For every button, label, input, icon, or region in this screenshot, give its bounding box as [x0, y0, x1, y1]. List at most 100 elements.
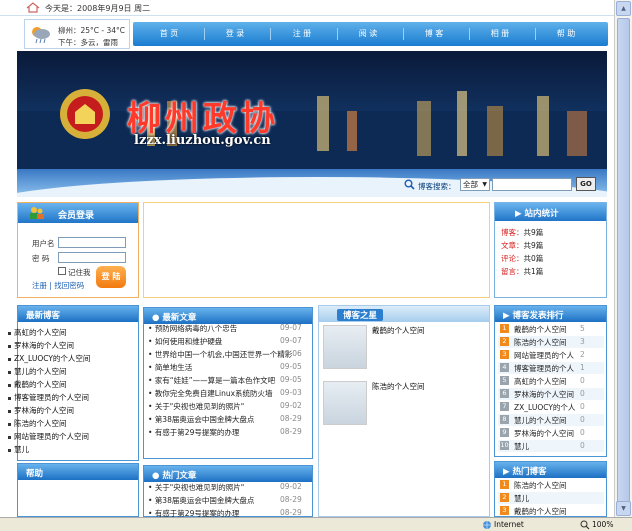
stat-row: 留言：共1篇 — [501, 267, 544, 276]
article-link[interactable]: • 第38届奥运会中国金牌大盘点 — [148, 495, 300, 506]
ranking-row[interactable]: 8 慧儿的个人空间 0 — [498, 414, 604, 426]
emblem-icon — [60, 89, 110, 139]
article-date: 08-29 — [280, 495, 302, 504]
stat-row: 文章：共9篇 — [501, 241, 544, 250]
blog-star-name[interactable]: 陈浩的个人空间 — [372, 381, 425, 392]
login-title: 会员登录 — [58, 211, 95, 221]
help-title: 帮助 — [26, 469, 44, 479]
weather-widget: 柳州：25°C - 34°C 下午：多云，雷雨 — [24, 19, 130, 49]
ranking-row[interactable]: 10 慧儿 0 — [498, 440, 604, 452]
newest-articles-title: ● 最新文章 — [152, 313, 197, 323]
top-bar: 今天是：2008年9月9日 周二 — [0, 0, 632, 16]
weather-desc: 下午：多云，雷雨 — [58, 38, 118, 47]
article-link[interactable]: • 家有“娃娃”——算是一篇本色作文吧 — [148, 375, 300, 386]
nav-blog[interactable]: 博 客 — [404, 28, 464, 39]
nav-album[interactable]: 相 册 — [470, 28, 530, 39]
article-link[interactable]: • 有感于第29号提案的办理 — [148, 427, 300, 438]
scroll-up-icon[interactable]: ▲ — [616, 1, 631, 16]
article-link[interactable]: • 第38届奥运会中国金牌大盘点 — [148, 414, 300, 425]
remember-checkbox[interactable] — [58, 267, 66, 275]
weather-temp: 柳州：25°C - 34°C — [58, 26, 126, 35]
article-date: 08-29 — [280, 508, 302, 517]
article-date: 09-02 — [280, 482, 302, 491]
password-field[interactable] — [58, 252, 126, 263]
ranking-row[interactable]: 9 罗林海的个人空间 0 — [498, 427, 604, 439]
article-link[interactable]: • 教你完全免费自建Linux系统防火墙 — [148, 388, 300, 399]
newest-blogs-title: 最新博客 — [26, 311, 61, 321]
nav-read[interactable]: 阅 读 — [338, 28, 398, 39]
list-item[interactable]: 陈浩的个人空间 — [8, 418, 67, 429]
forgot-password-link[interactable]: 找回密码 — [54, 281, 84, 290]
article-date: 09-05 — [280, 362, 302, 371]
list-item[interactable]: 罗林海的个人空间 — [8, 340, 74, 351]
nav-login[interactable]: 登 录 — [205, 28, 265, 39]
list-item[interactable]: 慧儿 — [8, 444, 29, 455]
search-scope-select[interactable]: 全部 ▼ — [460, 178, 490, 191]
username-label: 用户名 — [32, 239, 55, 248]
blog-star-name[interactable]: 戴鹤的个人空间 — [372, 325, 425, 336]
blog-stars-title: 博客之星 — [337, 309, 384, 321]
search-go-button[interactable]: GO — [576, 177, 596, 191]
article-date: 08-29 — [280, 414, 302, 423]
password-label: 密 码 — [32, 254, 50, 263]
article-date: 09-07 — [280, 336, 302, 345]
members-icon — [30, 207, 44, 219]
banner: 柳州政协 lzzx.liuzhou.gov.cn — [17, 51, 607, 197]
notice-panel — [143, 202, 490, 298]
article-date: 09-07 — [280, 323, 302, 332]
globe-icon — [483, 521, 491, 529]
login-panel: 会员登录 用户名 密 码 记住我 注册 | 找回密码 登 陆 — [17, 202, 139, 298]
article-date: 09-05 — [280, 375, 302, 384]
login-links: 注册 | 找回密码 — [32, 281, 85, 290]
house-icon — [26, 2, 40, 13]
scroll-down-icon[interactable]: ▼ — [616, 501, 631, 516]
stat-row: 博客：共9篇 — [501, 228, 544, 237]
article-link[interactable]: • 预防网络病毒的八个忠告 — [148, 323, 300, 334]
article-link[interactable]: • 关于"央视也难见到的照片" — [148, 401, 300, 412]
ranking-title: ▶ 博客发表排行 — [503, 311, 564, 321]
list-item[interactable]: 网站管理员的个人空间 — [8, 431, 89, 442]
list-item[interactable]: 慧儿的个人空间 — [8, 366, 67, 377]
list-item[interactable]: 博客管理员的个人空间 — [8, 392, 89, 403]
nav-register[interactable]: 注 册 — [272, 28, 332, 39]
list-item[interactable]: 戴鹤的个人空间 — [8, 379, 67, 390]
ranking-row[interactable]: 6 罗林海的个人空间 0 — [498, 388, 604, 400]
username-field[interactable] — [58, 237, 126, 248]
site-stats-panel: ▶ 站内统计 博客：共9篇 文章：共9篇 评论：共0篇 留言：共1篇 — [494, 202, 607, 298]
status-bar: Internet 100% — [0, 517, 632, 531]
article-link[interactable]: • 如何使用和维护硬盘 — [148, 336, 300, 347]
avatar[interactable] — [323, 381, 367, 425]
stat-row: 评论：共0篇 — [501, 254, 544, 263]
search-icon — [404, 179, 415, 190]
ranking-row[interactable]: 5 高虹的个人空间 0 — [498, 375, 604, 387]
hot-blog-row[interactable]: 3 戴鹤的个人空间 — [498, 505, 604, 517]
ranking-row[interactable]: 4 博客管理员的个人 1 — [498, 362, 604, 374]
ranking-row[interactable]: 3 网站管理员的个人 2 — [498, 349, 604, 361]
nav-home[interactable]: 首 页 — [139, 28, 199, 39]
ranking-row[interactable]: 7 ZX_LUOCY的个人 0 — [498, 401, 604, 413]
cloud-rain-icon — [32, 27, 50, 44]
login-button[interactable]: 登 陆 — [96, 266, 126, 288]
main-nav: 首 页 登 录 注 册 阅 读 博 客 相 册 帮 助 — [133, 22, 608, 46]
zoom-level[interactable]: 100% — [592, 520, 613, 529]
hot-blog-row[interactable]: 2 慧儿 — [498, 492, 604, 504]
nav-help[interactable]: 帮 助 — [536, 28, 596, 39]
hot-blog-row[interactable]: 1 陈浩的个人空间 — [498, 479, 604, 491]
article-link[interactable]: • 简单地生活 — [148, 362, 300, 373]
vertical-scrollbar[interactable]: ▲ ▼ — [614, 0, 632, 517]
date-text: 今天是：2008年9月9日 周二 — [45, 4, 151, 13]
list-item[interactable]: 罗林海的个人空间 — [8, 405, 74, 416]
register-link[interactable]: 注册 — [32, 281, 47, 290]
list-item[interactable]: ZX_LUOCY的个人空间 — [8, 353, 90, 364]
scroll-thumb[interactable] — [617, 18, 630, 504]
search-input[interactable] — [492, 178, 572, 191]
article-link[interactable]: • 世界给中国一个机会,中国还世界一个精彩 — [148, 349, 300, 360]
list-item[interactable]: 高虹的个人空间 — [8, 327, 67, 338]
help-box: 帮助 — [17, 463, 139, 517]
zoom-icon — [580, 520, 590, 530]
ranking-row[interactable]: 1 戴鹤的个人空间 5 — [498, 323, 604, 335]
chevron-down-icon: ▼ — [482, 181, 487, 188]
avatar[interactable] — [323, 325, 367, 369]
article-link[interactable]: • 关于"央视也难见到的照片" — [148, 482, 300, 493]
ranking-row[interactable]: 2 陈浩的个人空间 3 — [498, 336, 604, 348]
